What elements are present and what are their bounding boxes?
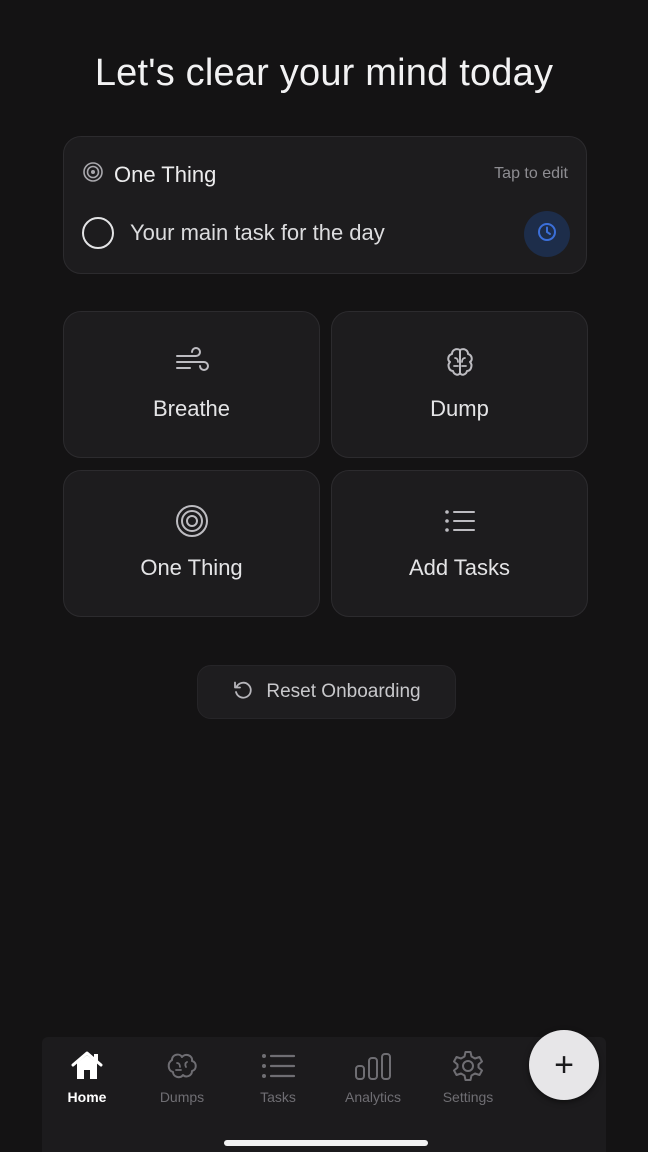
brain-icon xyxy=(164,1049,200,1083)
home-indicator[interactable] xyxy=(224,1140,428,1146)
wind-icon xyxy=(174,344,210,380)
tab-settings-label: Settings xyxy=(442,1089,494,1105)
rotate-ccw-icon xyxy=(232,679,254,706)
dump-tile[interactable]: Dump xyxy=(331,311,588,458)
list-icon xyxy=(260,1049,296,1083)
add-button[interactable]: + xyxy=(529,1030,599,1100)
target-icon xyxy=(82,161,104,188)
dump-label: Dump xyxy=(430,396,489,421)
brain-icon xyxy=(443,344,477,380)
tab-dumps-label: Dumps xyxy=(159,1089,205,1105)
reset-onboarding-button[interactable]: Reset Onboarding xyxy=(197,665,456,719)
tab-tasks[interactable]: Tasks xyxy=(235,1049,321,1105)
main-task-row[interactable]: Your main task for the day xyxy=(82,217,385,249)
tab-dumps[interactable]: Dumps xyxy=(139,1049,225,1105)
tab-home[interactable]: Home xyxy=(44,1049,130,1105)
plus-icon: + xyxy=(554,1046,574,1084)
tab-tasks-label: Tasks xyxy=(260,1089,296,1105)
tab-bar: Home Dumps Tasks Analytics Settings xyxy=(42,1037,606,1152)
bar-chart-icon xyxy=(354,1049,392,1083)
tab-analytics-label: Analytics xyxy=(344,1089,402,1105)
tab-settings[interactable]: Settings xyxy=(425,1049,511,1105)
tab-home-label: Home xyxy=(67,1089,107,1105)
list-icon xyxy=(443,503,477,539)
gear-icon xyxy=(451,1049,485,1083)
add-tasks-label: Add Tasks xyxy=(408,555,511,580)
one-thing-tile-label: One Thing xyxy=(140,555,243,580)
add-tasks-tile[interactable]: Add Tasks xyxy=(331,470,588,617)
task-checkbox[interactable] xyxy=(82,217,114,249)
one-thing-header: One Thing xyxy=(82,161,216,188)
home-icon xyxy=(70,1049,104,1083)
target-icon xyxy=(175,503,209,539)
tap-to-edit-hint[interactable]: Tap to edit xyxy=(494,165,568,183)
page-title: Let's clear your mind today xyxy=(94,52,554,94)
clock-icon xyxy=(537,222,557,247)
one-thing-card[interactable]: One Thing Tap to edit Your main task for… xyxy=(63,136,587,274)
breathe-tile[interactable]: Breathe xyxy=(63,311,320,458)
one-thing-tile[interactable]: One Thing xyxy=(63,470,320,617)
home-screen: Let's clear your mind today One Thing Ta… xyxy=(0,0,648,1152)
tab-analytics[interactable]: Analytics xyxy=(330,1049,416,1105)
one-thing-title: One Thing xyxy=(114,161,217,187)
breathe-label: Breathe xyxy=(152,396,231,421)
timer-button[interactable] xyxy=(524,211,570,257)
main-task-text[interactable]: Your main task for the day xyxy=(130,220,385,246)
reset-onboarding-label: Reset Onboarding xyxy=(266,681,421,702)
